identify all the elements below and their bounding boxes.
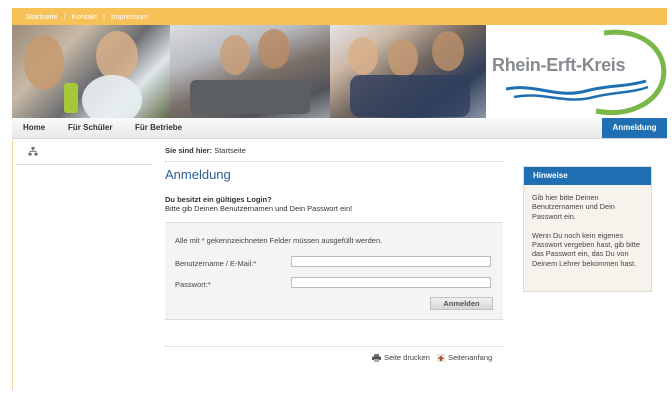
arrow-up-icon <box>436 354 445 363</box>
anmelden-button[interactable]: Anmelden <box>430 297 493 310</box>
divider <box>165 161 503 162</box>
intro-text: Bitte gib Deinen Benutzernamen und Dein … <box>165 204 353 213</box>
username-label: Benutzername / E-Mail:* <box>175 259 257 268</box>
banner-photo-group <box>330 25 486 118</box>
print-icon <box>372 354 381 363</box>
required-note: Alle mit * gekennzeichneten Felder müsse… <box>175 236 383 245</box>
header-banner: Rhein-Erft-Kreis <box>12 25 667 118</box>
page-title: Anmeldung <box>165 167 231 182</box>
nav-home[interactable]: Home <box>23 123 45 132</box>
login-form: Alle mit * gekennzeichneten Felder müsse… <box>165 222 503 320</box>
breadcrumb-prefix: Sie sind hier: <box>165 146 213 155</box>
password-input[interactable] <box>291 277 491 288</box>
breadcrumb: Sie sind hier: Startseite <box>165 146 246 155</box>
intro-heading: Du besitzt ein gültiges Login? <box>165 195 272 204</box>
sitemap-icon[interactable] <box>28 147 38 156</box>
separator: | <box>103 12 106 21</box>
nav-anmeldung-tab[interactable]: Anmeldung <box>602 118 667 138</box>
logo-text: Rhein-Erft-Kreis <box>492 55 626 75</box>
footer-divider <box>165 346 503 347</box>
top-link-impressum[interactable]: Impressum <box>111 12 148 21</box>
hinweise-title: Hinweise <box>524 167 651 185</box>
top-link[interactable]: Seitenanfang <box>448 353 492 362</box>
username-input[interactable] <box>291 256 491 267</box>
left-column <box>16 142 152 165</box>
hinweise-box: Hinweise Gib hier bitte Deinen Benutzern… <box>523 166 652 292</box>
password-label: Passwort:* <box>175 280 211 289</box>
nav-fuer-schueler[interactable]: Für Schüler <box>68 123 112 132</box>
logo[interactable]: Rhein-Erft-Kreis <box>486 25 667 118</box>
top-link-kontakt[interactable]: Kontakt <box>72 12 97 21</box>
separator: | <box>63 12 66 21</box>
banner-photo-workshop <box>170 25 330 118</box>
top-links: Startseite | Kontakt | Impressum <box>26 12 148 21</box>
hinweise-text-1: Gib hier bitte Deinen Benutzernamen und … <box>532 193 615 221</box>
hinweise-text-2: Wenn Du noch kein eigenes Passwort verge… <box>532 230 640 268</box>
footer-links: Seite drucken Seitenanfang <box>372 353 492 363</box>
top-bar: Startseite | Kontakt | Impressum <box>12 8 667 25</box>
left-border <box>12 140 13 390</box>
main-nav: Home Für Schüler Für Betriebe Anmeldung <box>12 118 667 139</box>
banner-photo-students <box>12 25 170 118</box>
breadcrumb-current[interactable]: Startseite <box>214 146 246 155</box>
top-link-startseite[interactable]: Startseite <box>26 12 58 21</box>
nav-fuer-betriebe[interactable]: Für Betriebe <box>135 123 182 132</box>
print-link[interactable]: Seite drucken <box>384 353 430 362</box>
